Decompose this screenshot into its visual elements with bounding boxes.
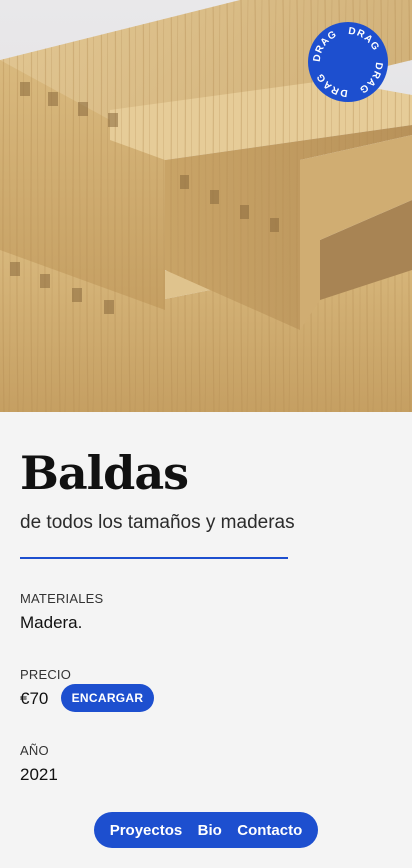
product-title: Baldas [20, 446, 189, 500]
svg-text:DRAG: DRAG [312, 29, 339, 63]
materials-label: MATERIALES [20, 591, 104, 606]
bottom-nav: Proyectos Bio Contacto [94, 812, 318, 848]
nav-item-proyectos[interactable]: Proyectos [110, 822, 183, 839]
svg-text:DRAG: DRAG [348, 26, 382, 53]
year-value: 2021 [20, 765, 58, 784]
product-subtitle: de todos los tamaños y maderas [20, 512, 295, 533]
price-value: €70 [20, 689, 49, 708]
divider [20, 557, 288, 559]
svg-text:DRAG: DRAG [357, 62, 384, 96]
svg-text:DRAG: DRAG [315, 71, 349, 98]
year-label: AÑO [20, 743, 49, 758]
product-image[interactable]: DRAG DRAG DRAG DRAG [0, 0, 412, 412]
order-button[interactable]: ENCARGAR [61, 684, 154, 712]
materials-value: Madera. [20, 613, 83, 632]
price-label: PRECIO [20, 667, 72, 682]
nav-item-contacto[interactable]: Contacto [237, 822, 302, 839]
drag-icon: DRAG DRAG DRAG DRAG [312, 26, 384, 98]
nav-item-bio[interactable]: Bio [198, 822, 222, 839]
drag-badge[interactable]: DRAG DRAG DRAG DRAG [308, 22, 388, 102]
